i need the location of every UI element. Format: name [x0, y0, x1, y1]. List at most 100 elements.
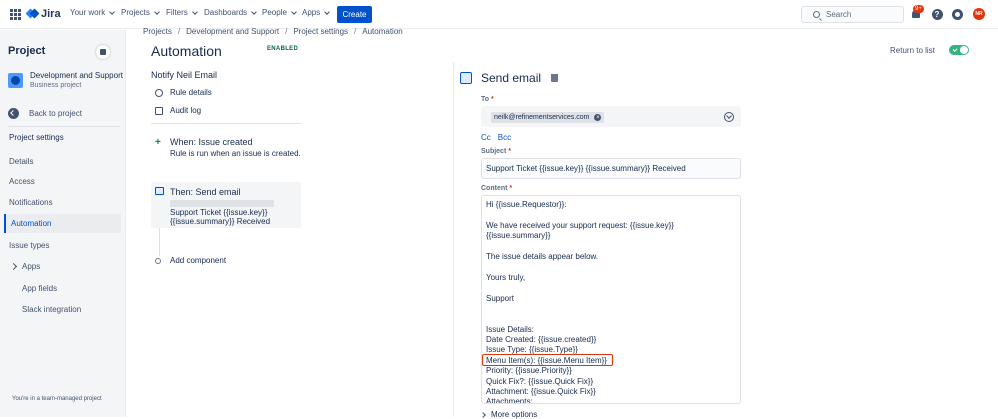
email-icon: [155, 187, 164, 195]
bcc-link[interactable]: Bcc: [498, 133, 511, 142]
sidebar-subitem-slack-integration[interactable]: Slack integration: [22, 305, 81, 314]
status-badge: ENABLED: [267, 46, 299, 52]
recipient-email: neilk@refinementservices.com: [494, 114, 590, 121]
nav-your-work-label: Your work: [70, 8, 106, 17]
help-button[interactable]: ?: [931, 8, 943, 20]
sidebar-item-apps[interactable]: Apps: [4, 257, 121, 276]
content-line: Yours truly,: [486, 272, 526, 282]
sidebar-item-issue-types[interactable]: Issue types: [4, 236, 121, 255]
content-line: {{issue.summary}}: [486, 231, 551, 241]
rule-name: Notify Neil Email: [151, 70, 218, 80]
subject-field[interactable]: Support Ticket {{issue.key}} {{issue.sum…: [481, 158, 741, 179]
nav-dashboards-label: Dashboards: [204, 8, 248, 17]
chevron-right-icon: [9, 262, 18, 271]
rule-details-link[interactable]: Rule details: [155, 88, 212, 97]
chevron-down-icon: [324, 8, 331, 15]
nav-people[interactable]: People: [262, 8, 297, 17]
content-line: We have received your support request: {…: [486, 220, 674, 230]
trash-icon[interactable]: [551, 74, 559, 82]
breadcrumb-separator: /: [177, 27, 181, 36]
sidebar-subitem-app-fields[interactable]: App fields: [22, 284, 57, 293]
breadcrumb-separator: /: [285, 27, 288, 36]
chevron-down-icon: [251, 8, 257, 15]
add-component-button[interactable]: Add component: [155, 256, 226, 265]
search-input[interactable]: Search: [801, 6, 904, 23]
project-avatar: [8, 72, 23, 88]
cc-bcc-links: Cc Bcc: [481, 133, 511, 142]
subject-label: Subject *: [481, 148, 511, 155]
sidebar-item-label: Access: [9, 177, 35, 186]
content-line: Support: [486, 293, 515, 303]
chevron-down-icon[interactable]: [724, 112, 734, 122]
return-to-list-button[interactable]: Return to list: [884, 42, 941, 58]
sidebar-section-title: Project settings: [9, 133, 64, 142]
content-line: [486, 242, 736, 252]
action-component[interactable]: Then: Send email Support Ticket {{issue.…: [151, 182, 301, 228]
nav-dashboards[interactable]: Dashboards: [204, 8, 257, 17]
sidebar-item-label: Automation: [11, 219, 52, 228]
chevron-down-icon: [191, 8, 198, 15]
nav-filters[interactable]: Filters: [166, 8, 198, 17]
action-recipient-placeholder: [170, 200, 274, 207]
breadcrumb-separator: /: [354, 27, 357, 36]
sidebar-item-notifications[interactable]: Notifications: [4, 193, 121, 212]
chevron-down-icon: [291, 8, 297, 15]
project-card[interactable]: Development and Support Business project: [8, 71, 123, 89]
project-type: Business project: [30, 82, 82, 89]
collapse-sidebar-button[interactable]: [96, 45, 110, 59]
content-line: Issue Details:: [486, 324, 535, 334]
content-textarea[interactable]: Hi {{issue.Requestor}}: We have received …: [481, 195, 741, 404]
content-label-text: Content: [481, 185, 508, 192]
back-to-project-label: Back to project: [29, 109, 82, 118]
sidebar-divider: [8, 126, 120, 127]
nav-people-label: People: [262, 8, 287, 17]
sidebar-item-automation[interactable]: Automation: [4, 214, 121, 233]
create-button[interactable]: Create: [337, 6, 372, 23]
sidebar-item-label: Apps: [22, 262, 41, 271]
more-options-toggle[interactable]: More options: [480, 410, 537, 419]
audit-log-link[interactable]: Audit log: [155, 106, 201, 115]
nav-projects[interactable]: Projects: [121, 8, 160, 17]
breadcrumb-automation[interactable]: Automation: [362, 27, 402, 36]
rule-divider: [151, 123, 301, 124]
rule-enabled-toggle[interactable]: [949, 45, 969, 55]
add-icon: [155, 257, 161, 264]
cc-link[interactable]: Cc: [481, 133, 491, 142]
jira-logo[interactable]: Jira: [27, 8, 61, 20]
nav-apps-label: Apps: [302, 8, 321, 17]
sidebar: Project Development and Support Business…: [0, 30, 126, 417]
to-field[interactable]: neilk@refinementservices.com ×: [481, 106, 741, 127]
content-line: Attachments:: [486, 397, 533, 404]
panel-title: Send email: [481, 71, 542, 85]
breadcrumb-projects[interactable]: Projects: [143, 27, 172, 36]
highlight-annotation: [482, 354, 613, 366]
sidebar-item-label: Details: [9, 157, 34, 166]
sidebar-item-details[interactable]: Details: [4, 152, 121, 171]
panel-header: Send email: [460, 71, 559, 85]
breadcrumb-project[interactable]: Development and Support: [186, 27, 279, 36]
add-component-label: Add component: [170, 256, 227, 265]
trigger-description: Rule is run when an issue is created.: [170, 149, 301, 158]
sidebar-item-label: Notifications: [9, 198, 53, 207]
document-icon: [155, 106, 163, 115]
chevron-down-icon: [154, 8, 160, 15]
settings-button[interactable]: [951, 8, 963, 20]
app-switcher-icon[interactable]: [10, 9, 21, 20]
content-label: Content *: [481, 185, 513, 192]
top-navigation: Jira Your work Projects Filters Dashboar…: [0, 0, 998, 29]
nav-your-work[interactable]: Your work: [70, 8, 116, 17]
back-arrow-icon: [8, 108, 19, 119]
gear-icon: [951, 8, 963, 20]
to-label: To *: [481, 96, 494, 103]
project-name: Development and Support: [30, 71, 123, 80]
back-to-project-link[interactable]: Back to project: [8, 108, 82, 119]
nav-apps[interactable]: Apps: [302, 8, 331, 17]
audit-log-label: Audit log: [170, 106, 202, 115]
breadcrumb-settings[interactable]: Project settings: [293, 27, 348, 36]
sidebar-item-access[interactable]: Access: [4, 172, 121, 191]
remove-recipient-icon[interactable]: ×: [594, 114, 602, 121]
content-line: The issue details appear below.: [486, 251, 599, 261]
profile-button[interactable]: NR: [973, 8, 985, 20]
content-line: [486, 314, 736, 324]
sidebar-title: Project: [8, 45, 46, 57]
